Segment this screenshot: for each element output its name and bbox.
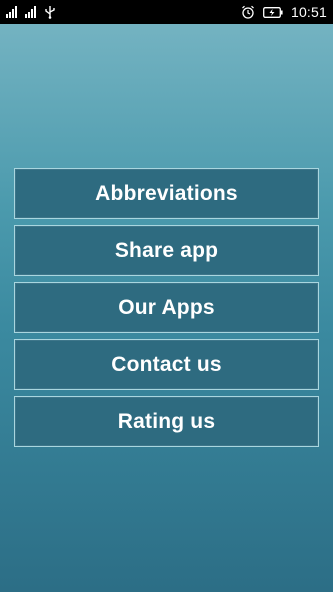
usb-icon <box>45 6 55 19</box>
clock-time: 10:51 <box>290 4 327 20</box>
battery-charging-icon <box>263 6 283 18</box>
rating-us-button[interactable]: Rating us <box>14 396 319 447</box>
status-right: 10:51 <box>241 4 327 20</box>
signal-icon <box>25 6 36 18</box>
status-bar: 10:51 <box>0 0 333 24</box>
contact-us-button[interactable]: Contact us <box>14 339 319 390</box>
alarm-icon <box>242 5 254 19</box>
main-menu: Abbreviations Share app Our Apps Contact… <box>14 168 319 447</box>
share-app-button[interactable]: Share app <box>14 225 319 276</box>
signal-icon <box>6 6 17 18</box>
abbreviations-button[interactable]: Abbreviations <box>14 168 319 219</box>
status-left <box>6 5 56 19</box>
our-apps-button[interactable]: Our Apps <box>14 282 319 333</box>
